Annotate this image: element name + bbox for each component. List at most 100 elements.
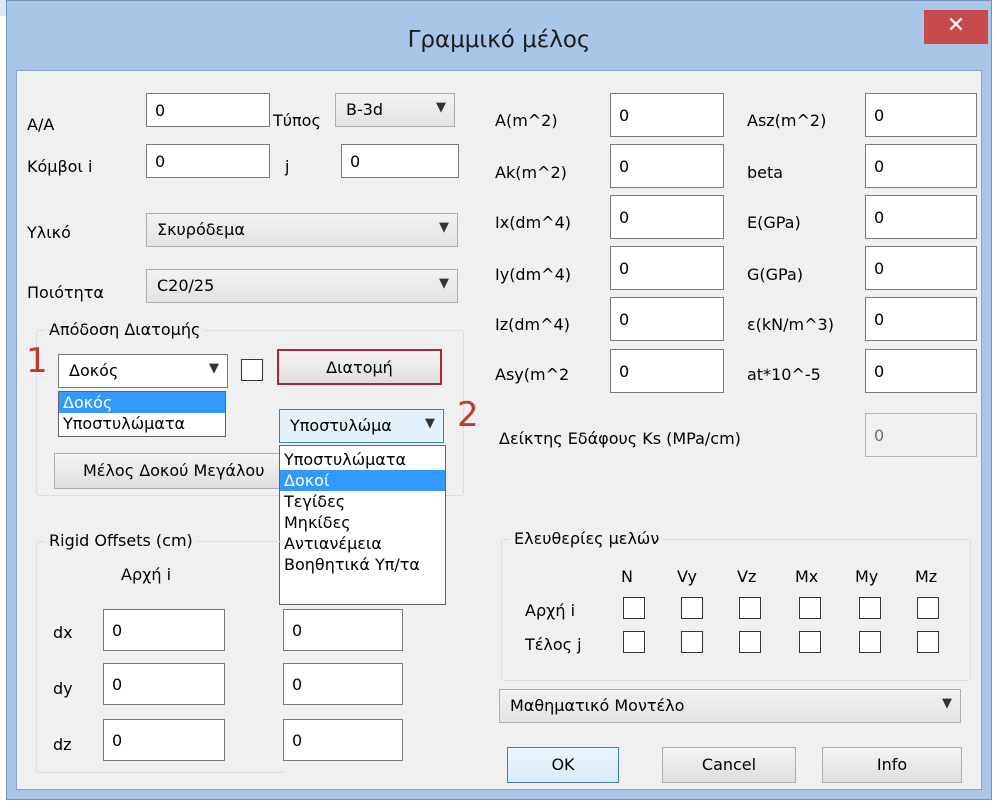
G-input[interactable] (865, 246, 977, 290)
node-j-input[interactable] (341, 144, 459, 178)
category-select-value: Υποστυλώμα (290, 416, 392, 435)
G-label: G(GPa) (747, 265, 804, 284)
quality-select[interactable]: C20/25 ▼ (146, 269, 458, 303)
category-option[interactable]: Τεγίδες (280, 491, 445, 512)
model-select[interactable]: Μαθηματικό Μοντέλο ▼ (499, 689, 961, 723)
dx-i-input[interactable] (103, 609, 225, 651)
role-select[interactable]: Δοκός ▼ (58, 354, 228, 388)
Iz-input[interactable] (610, 297, 724, 341)
type-label: Τύπος (273, 111, 321, 130)
Ix-input[interactable] (610, 195, 724, 239)
section-button[interactable]: Διατομή (277, 349, 442, 385)
dof-end-My-checkbox[interactable] (859, 631, 881, 653)
dz-j-input[interactable] (283, 719, 403, 761)
dx-j-input[interactable] (283, 609, 403, 651)
dof-end-Vz-checkbox[interactable] (739, 631, 761, 653)
dy-label: dy (53, 679, 73, 698)
dof-start-Vy-checkbox[interactable] (681, 597, 703, 619)
dialog-body: A/A Τύπος B-3d ▼ Κόμβοι i j Υλικό Σκυρόδ… (16, 70, 982, 790)
dof-end-label: Τέλος j (525, 635, 582, 654)
rigid-start-label: Αρχή i (121, 565, 172, 584)
dof-col-N: N (621, 567, 633, 586)
model-select-value: Μαθηματικό Μοντέλο (510, 696, 685, 715)
dof-start-N-checkbox[interactable] (623, 597, 645, 619)
quality-select-value: C20/25 (157, 276, 215, 295)
Ak-label: Ak(m^2) (495, 163, 567, 182)
dz-label: dz (53, 735, 72, 754)
dof-end-Vy-checkbox[interactable] (681, 631, 703, 653)
role-option-columns[interactable]: Υποστυλώματα (59, 413, 225, 434)
Asz-label: Asz(m^2) (747, 111, 827, 130)
ks-input (865, 413, 977, 457)
material-label: Υλικό (27, 223, 71, 242)
dof-start-Mx-checkbox[interactable] (799, 597, 821, 619)
node-i-input[interactable] (146, 144, 270, 178)
A-input[interactable] (610, 93, 724, 137)
window-title: Γραμμικό μέλος (407, 27, 591, 53)
category-dropdown-list: Υποστυλώματα Δοκοί Τεγίδες Μηκίδες Αντια… (279, 445, 446, 605)
Iy-label: Iy(dm^4) (495, 265, 571, 284)
dof-col-Mz: Mz (915, 567, 938, 586)
eps-label: ε(kN/m^3) (747, 315, 834, 334)
close-button[interactable]: ✕ (924, 10, 988, 44)
role-option-beam[interactable]: Δοκός (59, 392, 225, 413)
dof-end-Mx-checkbox[interactable] (799, 631, 821, 653)
Ak-input[interactable] (610, 144, 724, 188)
cancel-button[interactable]: Cancel (662, 747, 796, 783)
rigid-offsets-legend: Rigid Offsets (cm) (45, 531, 197, 550)
beta-label: beta (747, 163, 784, 182)
dof-start-My-checkbox[interactable] (859, 597, 881, 619)
info-button[interactable]: Info (822, 747, 962, 783)
close-icon: ✕ (946, 13, 966, 38)
node-j-label: j (285, 157, 290, 176)
Asy-input[interactable] (610, 349, 724, 393)
category-option[interactable]: Μηκίδες (280, 512, 445, 533)
category-option[interactable]: Υποστυλώματα (280, 449, 445, 470)
dof-start-Vz-checkbox[interactable] (739, 597, 761, 619)
dof-col-My: My (855, 567, 879, 586)
annotation-1: 1 (26, 341, 48, 381)
chevron-down-icon: ▼ (439, 220, 449, 235)
nodes-label: Κόμβοι i (27, 157, 93, 176)
category-option[interactable]: Δοκοί (280, 470, 445, 491)
E-input[interactable] (865, 195, 977, 239)
category-option[interactable]: Βοηθητικά Υπ/τα (280, 554, 445, 575)
chevron-down-icon: ▼ (209, 361, 219, 376)
dof-legend: Ελευθερίες μελών (510, 529, 664, 548)
eps-input[interactable] (865, 297, 977, 341)
aa-label: A/A (27, 115, 55, 134)
ok-button[interactable]: OK (507, 747, 619, 783)
E-label: E(GPa) (747, 213, 801, 232)
dof-start-Mz-checkbox[interactable] (917, 597, 939, 619)
Asy-label: Asy(m^2 (495, 365, 570, 384)
category-select[interactable]: Υποστυλώμα ▼ (279, 409, 444, 443)
type-select[interactable]: B-3d ▼ (335, 93, 455, 127)
at-input[interactable] (865, 349, 977, 393)
type-select-value: B-3d (346, 100, 384, 119)
quality-label: Ποιότητα (27, 283, 104, 302)
long-beam-button[interactable]: Μέλος Δοκού Μεγάλου (54, 453, 282, 489)
Iz-label: Iz(dm^4) (495, 315, 570, 334)
A-label: A(m^2) (495, 111, 558, 130)
dof-col-Mx: Mx (795, 567, 819, 586)
dy-j-input[interactable] (283, 663, 403, 705)
at-label: at*10^-5 (747, 365, 821, 384)
dz-i-input[interactable] (103, 719, 225, 761)
section-checkbox[interactable] (241, 359, 263, 381)
section-group-legend: Απόδοση Διατομής (45, 320, 205, 339)
aa-input[interactable] (146, 93, 270, 127)
Asz-input[interactable] (865, 93, 977, 137)
Ix-label: Ix(dm^4) (495, 213, 571, 232)
dof-end-Mz-checkbox[interactable] (917, 631, 939, 653)
material-select-value: Σκυρόδεμα (157, 220, 245, 239)
beta-input[interactable] (865, 144, 977, 188)
Iy-input[interactable] (610, 246, 724, 290)
annotation-2: 2 (457, 395, 479, 435)
dof-col-Vz: Vz (737, 567, 757, 586)
material-select[interactable]: Σκυρόδεμα ▼ (146, 213, 458, 247)
role-dropdown-list: Δοκός Υποστυλώματα (58, 391, 226, 437)
dof-end-N-checkbox[interactable] (623, 631, 645, 653)
dy-i-input[interactable] (103, 663, 225, 705)
dof-start-label: Αρχή i (525, 601, 576, 620)
category-option[interactable]: Αντιανέμεια (280, 533, 445, 554)
